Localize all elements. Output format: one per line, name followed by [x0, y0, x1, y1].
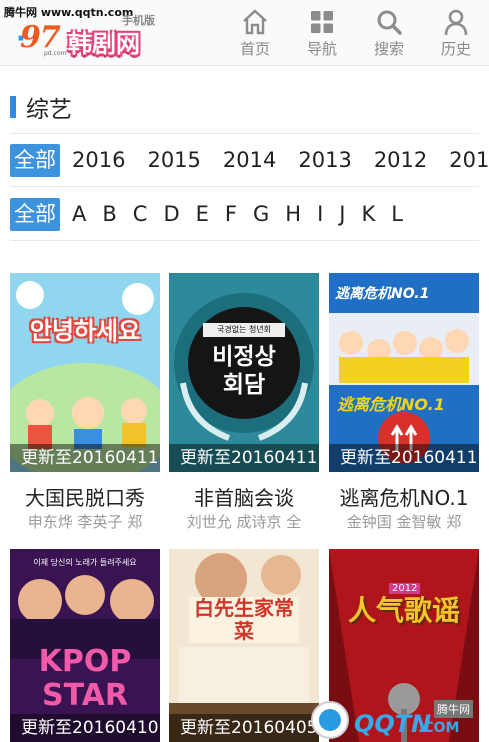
section-header: 综艺 [10, 94, 72, 123]
letter-filter-all[interactable]: 全部 [10, 197, 60, 231]
nav-guide-label: 导航 [306, 40, 337, 58]
year-option[interactable]: 2015 [147, 148, 200, 172]
letter-option[interactable]: H [285, 202, 301, 226]
poster-image [10, 273, 160, 472]
letter-option[interactable]: I [317, 202, 323, 226]
year-option[interactable]: 2012 [374, 148, 427, 172]
show-title[interactable]: 大国民脱口秀 [10, 482, 160, 511]
divider [10, 186, 479, 187]
show-poster[interactable]: 국경없는 청년회 비정상 회담 更新至20160411 [169, 273, 319, 472]
section-title: 综艺 [26, 97, 72, 123]
watermark-suffix: .COM [418, 720, 460, 736]
show-cast: 刘世允 成诗京 全 [186, 513, 302, 531]
show-cast: 申东烨 李英子 郑 [27, 513, 143, 531]
show-poster[interactable]: 白先生家常菜 更新至20160405 [169, 549, 319, 742]
nav-search[interactable]: 搜索 [361, 8, 417, 59]
poster-title: 逃离危机NO.1 [335, 286, 430, 302]
search-icon [377, 10, 402, 35]
letter-option[interactable]: C [133, 202, 148, 226]
show-poster[interactable]: 안녕하세요 更新至20160411 [10, 273, 160, 472]
year-filter: 全部 2016 2015 2014 2013 2012 201 [10, 143, 489, 177]
poster-title: 안녕하세요 [29, 317, 141, 345]
show-title[interactable]: 逃离危机NO.1 [329, 482, 479, 511]
section-accent-bar [10, 96, 16, 118]
user-icon [444, 9, 468, 36]
poster-title-secondary: 逃离危机NO.1 [337, 395, 445, 414]
grid-icon [311, 11, 333, 33]
update-badge: 更新至20160405 [169, 714, 319, 742]
header: 腾牛网 www.qqtn.com · 97 韩剧网 手机版 pd.com 首页 … [0, 0, 489, 66]
logo-name: 韩剧网 [68, 30, 140, 58]
divider [10, 133, 479, 134]
poster-title: KPOP STAR [38, 644, 132, 713]
year-option[interactable]: 2013 [298, 148, 351, 172]
letter-option[interactable]: K [362, 202, 376, 226]
bottom-watermark: QQTN .COM 腾牛网 [306, 694, 489, 742]
letter-option[interactable]: B [102, 202, 116, 226]
show-cast: 金钟国 金智敏 郑 [346, 513, 462, 531]
divider [10, 240, 479, 241]
logo-subtitle: 手机版 [122, 14, 155, 27]
logo-domain: pd.com [44, 50, 67, 57]
update-badge: 更新至20160411 [169, 444, 319, 472]
show-poster[interactable]: 逃离危机NO.1 逃离危机NO.1 更新至20160411 [329, 273, 479, 472]
poster-title: 비정상 회담 [212, 344, 276, 398]
nav-history[interactable]: 历史 [428, 8, 484, 59]
letter-option[interactable]: G [253, 202, 269, 226]
poster-title: 人气歌谣 [347, 594, 460, 627]
show-title[interactable]: 非首脑会谈 [169, 482, 319, 511]
letter-option[interactable]: E [196, 202, 209, 226]
poster-subtitle: 2012 [389, 583, 421, 594]
letter-option[interactable]: L [391, 202, 403, 226]
poster-subtitle: 국경없는 청년회 [216, 325, 272, 334]
nav-guide[interactable]: 导航 [294, 8, 350, 59]
update-badge: 更新至20160411 [329, 444, 479, 472]
letter-option[interactable]: F [225, 202, 237, 226]
poster-subtitle: 이제 당신의 노래가 들려주세요 [33, 558, 137, 567]
letter-option[interactable]: J [339, 202, 345, 226]
year-option[interactable]: 2014 [223, 148, 276, 172]
year-filter-all[interactable]: 全部 [10, 143, 60, 177]
site-logo[interactable]: · 97 韩剧网 手机版 pd.com [6, 14, 156, 62]
letter-option[interactable]: D [163, 202, 179, 226]
watermark-badge: 腾牛网 [434, 700, 473, 718]
poster-title: 白先生家常菜 [189, 597, 299, 643]
nav-home-label: 首页 [239, 40, 270, 58]
home-icon [243, 9, 267, 35]
nav-search-label: 搜索 [373, 40, 404, 58]
nav-home[interactable]: 首页 [227, 8, 283, 59]
update-badge: 更新至20160410 [10, 714, 160, 742]
letter-option[interactable]: A [72, 202, 86, 226]
year-option[interactable]: 2016 [72, 148, 125, 172]
update-badge: 更新至20160411 [10, 444, 160, 472]
letter-filter: 全部 A B C D E F G H I J K L [10, 197, 479, 231]
nav-history-label: 历史 [440, 40, 471, 58]
year-option[interactable]: 201 [449, 148, 489, 172]
show-poster[interactable]: 이제 당신의 노래가 들려주세요 KPOP STAR 更新至20160410 [10, 549, 160, 742]
